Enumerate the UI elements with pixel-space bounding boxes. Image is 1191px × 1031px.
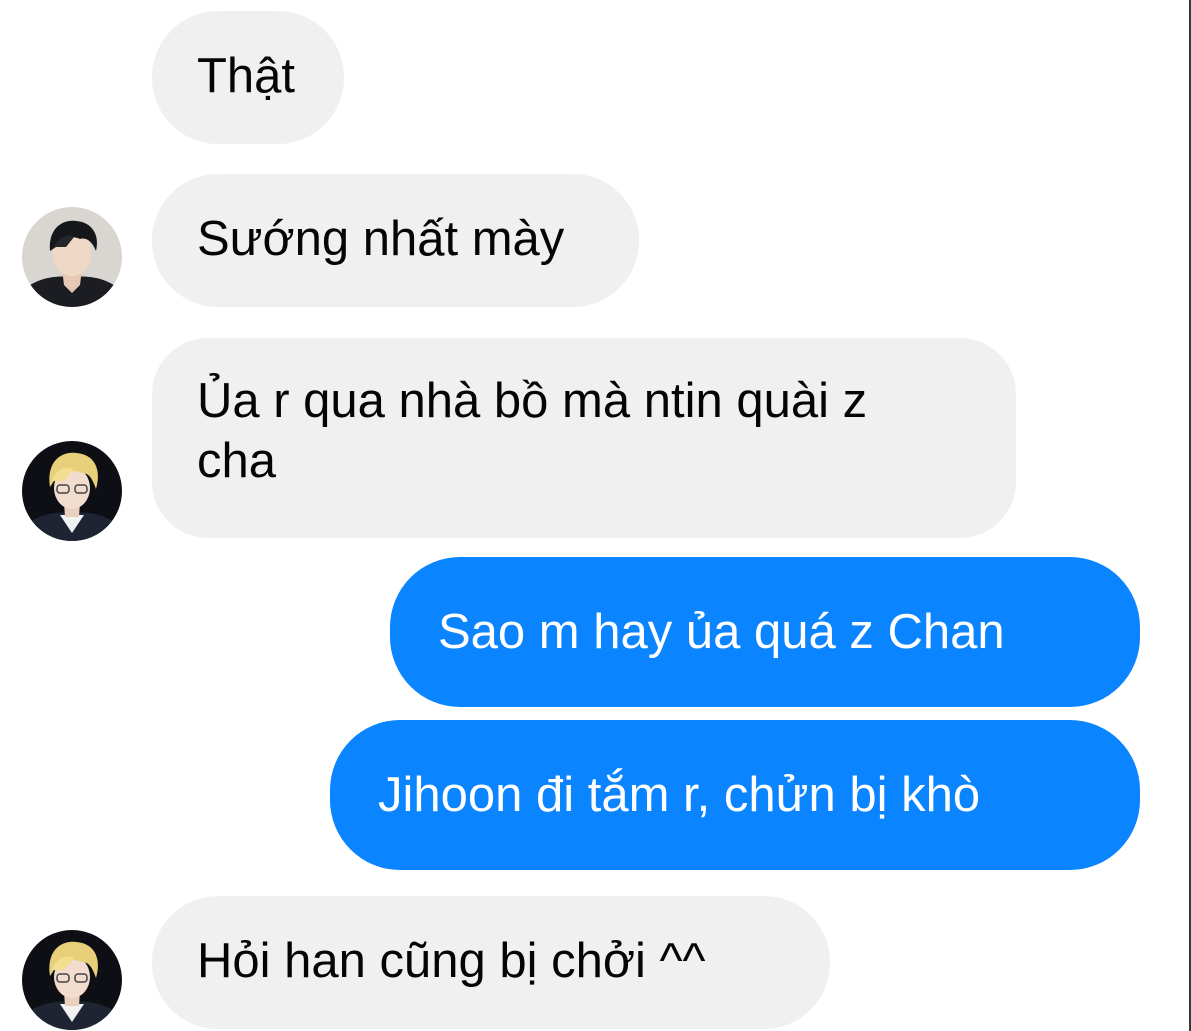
message-text: Thật — [197, 49, 296, 103]
contact-avatar[interactable] — [22, 930, 122, 1030]
blonde-person-avatar-icon — [22, 441, 122, 541]
incoming-message-bubble[interactable]: Ủa r qua nhà bồ mà ntin quài z cha — [152, 338, 1016, 538]
dark-haired-person-avatar-icon — [22, 207, 122, 307]
message-text: Jihoon đi tắm r, chửn bị khò — [378, 768, 981, 822]
message-text: Hỏi han cũng bị chởi ^^ — [197, 934, 706, 988]
outgoing-message-bubble[interactable]: Jihoon đi tắm r, chửn bị khò — [330, 720, 1140, 870]
contact-avatar[interactable] — [22, 207, 122, 307]
outgoing-message-bubble[interactable]: Sao m hay ủa quá z Chan — [390, 557, 1140, 707]
message-text: Sao m hay ủa quá z Chan — [438, 605, 1005, 659]
message-text: Sướng nhất mày — [197, 212, 565, 266]
message-text-line-1: Ủa r qua nhà bồ mà ntin quài z — [197, 374, 868, 428]
incoming-message-bubble[interactable]: Thật — [152, 11, 344, 144]
contact-avatar[interactable] — [22, 441, 122, 541]
incoming-message-bubble[interactable]: Hỏi han cũng bị chởi ^^ — [152, 896, 830, 1029]
incoming-message-bubble[interactable]: Sướng nhất mày — [152, 174, 639, 307]
blonde-person-avatar-icon — [22, 930, 122, 1030]
message-text-line-2: cha — [197, 434, 277, 488]
